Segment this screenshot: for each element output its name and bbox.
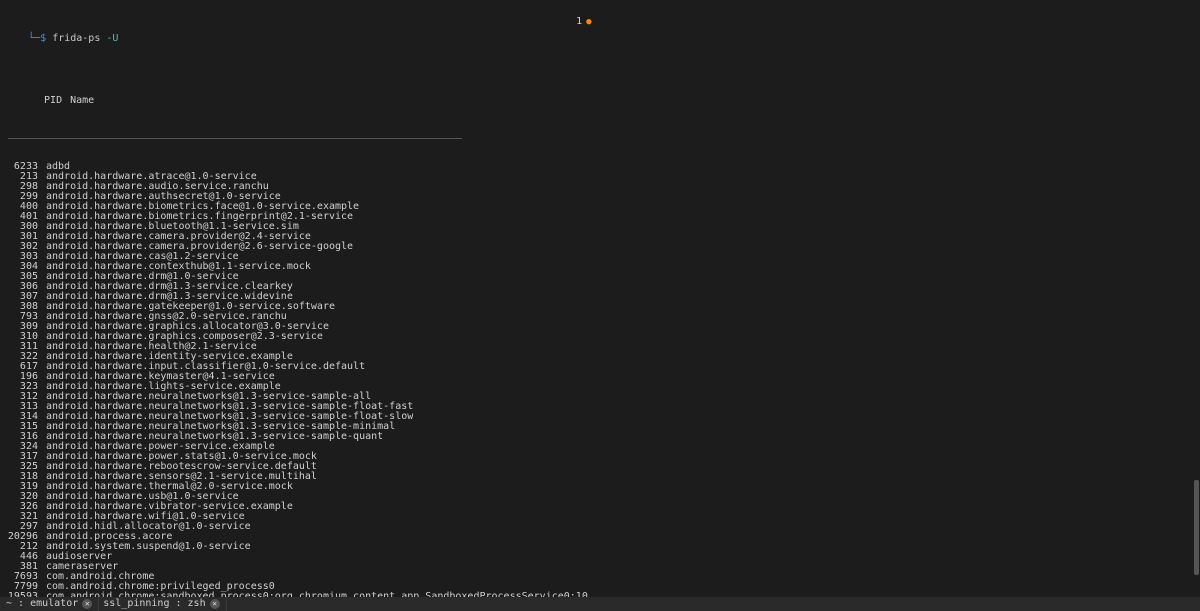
prompt-line: └─$ frida-ps -U (4, 24, 1196, 54)
scrollbar[interactable] (1194, 480, 1199, 575)
table-row: 212 android.system.suspend@1.0-service (4, 542, 1196, 552)
header-separator (8, 138, 462, 139)
table-header: PID Name (4, 86, 1196, 116)
page-dot-icon: ● (586, 17, 591, 27)
process-list: 6233 adbd 213 android.hardware.atrace@1.… (4, 162, 1196, 611)
tab-label: ssl_pinning : zsh (103, 599, 205, 609)
page-indicator: 1● (552, 7, 592, 37)
table-row: 297 android.hidl.allocator@1.0-service (4, 522, 1196, 532)
status-bar: ~ : emulator ✕ ssl_pinning : zsh ✕ (0, 597, 1200, 611)
table-row: 381 cameraserver (4, 562, 1196, 572)
table-row: 446 audioserver (4, 552, 1196, 562)
command-text: frida-ps (52, 33, 100, 44)
tab-ssl-pinning[interactable]: ssl_pinning : zsh ✕ (99, 597, 226, 611)
header-name: Name (70, 96, 94, 106)
header-pid: PID (28, 96, 62, 106)
terminal-viewport[interactable]: └─$ frida-ps -U 1● PID Name 6233 adbd 21… (0, 0, 1200, 597)
tab-label: ~ : emulator (6, 599, 78, 609)
tab-emulator[interactable]: ~ : emulator ✕ (2, 597, 99, 611)
command-flag: -U (106, 33, 118, 44)
close-icon[interactable]: ✕ (210, 599, 220, 609)
prompt-symbol: └─$ (28, 33, 46, 44)
page-number: 1 (576, 16, 582, 27)
close-icon[interactable]: ✕ (82, 599, 92, 609)
